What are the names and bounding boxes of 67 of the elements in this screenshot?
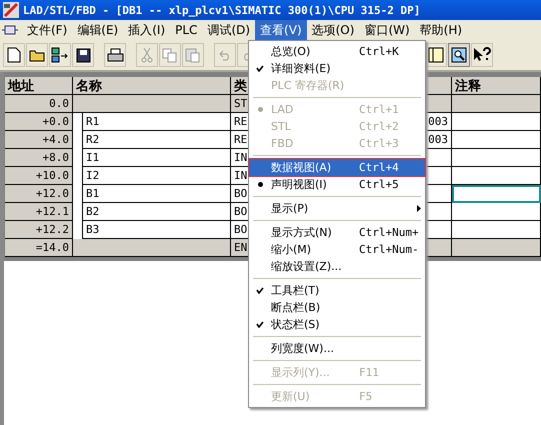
folder-icon [29, 48, 45, 62]
address-cell: +12.0 [5, 185, 73, 203]
document-icon [2, 25, 18, 35]
copy-icon [162, 48, 178, 62]
menu-item[interactable]: 帮助(H) [414, 20, 468, 40]
address-cell: +0.0 [5, 113, 73, 131]
menu-item[interactable]: 查看(V) [255, 20, 307, 40]
menu-option[interactable]: 状态栏(S) [249, 316, 425, 333]
new-document-icon [7, 47, 21, 63]
toolbar-button[interactable] [425, 43, 447, 67]
column-header: 名称 [73, 77, 231, 95]
comment-cell[interactable] [452, 167, 541, 185]
printer-icon [106, 48, 124, 62]
comment-cell[interactable] [452, 221, 541, 239]
toolbar-button[interactable] [104, 43, 126, 67]
menu-option[interactable]: 断点栏(B) [249, 299, 425, 316]
save-icon [76, 48, 90, 62]
toolbar-button[interactable] [49, 43, 71, 67]
toolbar-button[interactable] [3, 43, 25, 67]
zoom-view-icon [451, 47, 467, 63]
scissors-icon [141, 47, 153, 63]
menu-option[interactable]: 总览(O) Ctrl+K [249, 43, 425, 60]
address-cell: =14.0 [5, 239, 73, 257]
name-cell: B3 [83, 221, 231, 239]
address-cell: +4.0 [5, 131, 73, 149]
comment-cell[interactable] [452, 149, 541, 167]
comment-cell[interactable] [452, 185, 541, 203]
menu-item[interactable]: PLC [170, 21, 202, 39]
menu-item[interactable]: 选项(O) [306, 20, 360, 40]
menu-item[interactable]: 插入(I) [123, 20, 170, 40]
comment-cell[interactable] [452, 203, 541, 221]
menu-item[interactable]: 编辑(E) [72, 20, 124, 40]
name-cell: R1 [83, 113, 231, 131]
device-arrow-icon [51, 47, 69, 63]
column-header: 地址 [5, 77, 73, 95]
address-cell: +12.1 [5, 203, 73, 221]
menu-option[interactable]: 数据视图(A) Ctrl+4 [249, 159, 425, 176]
menu-item[interactable]: 文件(F) [22, 20, 72, 40]
app-icon [3, 2, 19, 18]
menu-option[interactable]: 列宽度(W)... [249, 340, 425, 357]
menu-option[interactable]: 详细资料(E) [249, 60, 425, 77]
address-cell: +8.0 [5, 149, 73, 167]
name-cell: B1 [83, 185, 231, 203]
menu-item[interactable]: 窗口(W) [359, 20, 415, 40]
toolbar-button[interactable] [26, 43, 48, 67]
toolbar-button[interactable] [471, 43, 493, 67]
address-cell: +12.2 [5, 221, 73, 239]
address-cell: 0.0 [5, 95, 73, 113]
comment-cell[interactable] [452, 113, 541, 131]
window-panel-icon [428, 47, 444, 63]
toolbar-button[interactable] [448, 43, 470, 67]
address-cell: +10.0 [5, 167, 73, 185]
name-cell: R2 [83, 131, 231, 149]
window-title: LAD/STL/FBD - [DB1 -- xlp_plcv1\SIMATIC 300(1)\CPU 315-2 DP] [23, 4, 420, 16]
name-cell: B2 [83, 203, 231, 221]
comment-cell[interactable] [452, 95, 541, 113]
menu-item[interactable]: 调试(D) [202, 20, 256, 40]
toolbar-button[interactable] [72, 43, 94, 67]
menu-option[interactable]: 工具栏(T) [249, 282, 425, 299]
name-cell: I2 [83, 167, 231, 185]
comment-cell[interactable] [452, 239, 541, 257]
menu-option[interactable]: 缩放设置(Z)... [249, 258, 425, 275]
name-cell: I1 [83, 149, 231, 167]
column-header: 注释 [452, 77, 541, 95]
comment-cell[interactable] [452, 131, 541, 149]
clipboard-icon [185, 47, 201, 63]
help-pointer-icon [473, 47, 491, 63]
